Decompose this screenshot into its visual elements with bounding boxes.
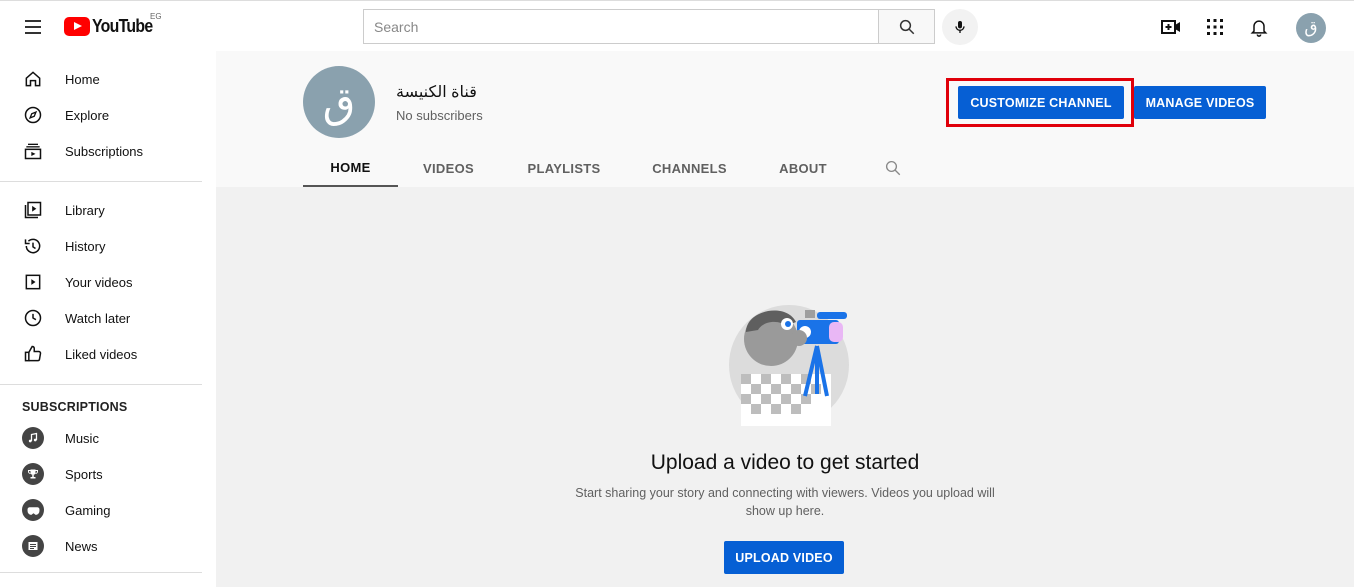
history-icon bbox=[22, 235, 44, 257]
tab-about[interactable]: ABOUT bbox=[762, 149, 844, 187]
sidebar-item-label: Sports bbox=[65, 466, 103, 482]
thumbs-up-icon bbox=[22, 343, 44, 365]
subscriptions-heading: SUBSCRIPTIONS bbox=[22, 400, 128, 414]
search-button[interactable] bbox=[878, 9, 935, 44]
sidebar-item-library[interactable]: Library bbox=[0, 192, 216, 228]
sidebar-item-label: Gaming bbox=[65, 502, 111, 518]
clock-icon bbox=[22, 307, 44, 329]
sidebar-item-label: Music bbox=[65, 430, 99, 446]
upload-video-button[interactable]: UPLOAD VIDEO bbox=[724, 541, 844, 574]
youtube-logo[interactable]: YouTube EG bbox=[64, 12, 162, 37]
music-icon bbox=[22, 427, 44, 449]
library-icon bbox=[22, 199, 44, 221]
sidebar: Home Explore Subscriptions Library Histo… bbox=[0, 51, 216, 587]
sidebar-item-sports[interactable]: Sports bbox=[0, 456, 216, 492]
apps-button[interactable] bbox=[1202, 14, 1228, 40]
sidebar-item-home[interactable]: Home bbox=[0, 61, 216, 97]
manage-videos-button[interactable]: MANAGE VIDEOS bbox=[1134, 86, 1266, 119]
empty-state-subtitle: Start sharing your story and connecting … bbox=[575, 486, 995, 518]
region-code: EG bbox=[150, 12, 162, 21]
channel-name: قناة الكنيسة bbox=[396, 84, 477, 101]
sidebar-item-label: Home bbox=[65, 71, 100, 87]
sidebar-item-music[interactable]: Music bbox=[0, 420, 216, 456]
sidebar-item-subscriptions[interactable]: Subscriptions bbox=[0, 133, 216, 169]
sidebar-item-history[interactable]: History bbox=[0, 228, 216, 264]
sidebar-item-label: Liked videos bbox=[65, 346, 138, 362]
search-icon bbox=[899, 19, 914, 34]
voice-search-button[interactable] bbox=[942, 9, 978, 45]
account-avatar[interactable]: ق bbox=[1296, 13, 1326, 43]
search-input[interactable] bbox=[363, 9, 878, 44]
create-video-button[interactable] bbox=[1158, 14, 1184, 40]
search-icon bbox=[885, 160, 901, 176]
tab-home[interactable]: HOME bbox=[303, 149, 398, 187]
sidebar-item-watch-later[interactable]: Watch later bbox=[0, 300, 216, 336]
sidebar-divider bbox=[0, 384, 202, 385]
apps-grid-icon bbox=[1207, 19, 1223, 35]
channel-avatar[interactable]: ق bbox=[303, 66, 375, 138]
news-icon bbox=[22, 535, 44, 557]
gamepad-icon bbox=[22, 499, 44, 521]
sidebar-divider bbox=[0, 181, 202, 182]
search-bar bbox=[363, 9, 935, 44]
sidebar-divider bbox=[0, 572, 202, 573]
sidebar-item-your-videos[interactable]: Your videos bbox=[0, 264, 216, 300]
tab-channels[interactable]: CHANNELS bbox=[637, 149, 742, 187]
subscriber-count: No subscribers bbox=[396, 108, 483, 123]
channel-header: ق قناة الكنيسة No subscribers CUSTOMIZE … bbox=[216, 51, 1354, 187]
your-videos-icon bbox=[22, 271, 44, 293]
sidebar-item-gaming[interactable]: Gaming bbox=[0, 492, 216, 528]
sidebar-item-label: Library bbox=[65, 202, 105, 218]
notifications-button[interactable] bbox=[1246, 14, 1272, 40]
home-icon bbox=[22, 68, 44, 90]
top-bar: YouTube EG ق bbox=[0, 0, 1354, 51]
video-camera-plus-icon bbox=[1161, 20, 1180, 34]
channel-search-button[interactable] bbox=[876, 149, 910, 187]
videographer-illustration bbox=[729, 305, 849, 426]
sidebar-item-label: Explore bbox=[65, 107, 110, 123]
sidebar-item-label: Watch later bbox=[65, 310, 131, 326]
tab-playlists[interactable]: PLAYLISTS bbox=[512, 149, 616, 187]
hamburger-menu-icon[interactable] bbox=[18, 13, 48, 41]
compass-icon bbox=[22, 104, 44, 126]
sidebar-item-news[interactable]: News bbox=[0, 528, 216, 564]
trophy-icon bbox=[22, 463, 44, 485]
sidebar-item-label: History bbox=[65, 238, 106, 254]
subscriptions-icon bbox=[22, 140, 44, 162]
sidebar-item-label: Subscriptions bbox=[65, 143, 144, 159]
microphone-icon bbox=[955, 21, 965, 33]
logo-text: YouTube bbox=[92, 15, 153, 36]
tab-videos[interactable]: VIDEOS bbox=[406, 149, 491, 187]
sidebar-item-explore[interactable]: Explore bbox=[0, 97, 216, 133]
sidebar-item-label: News bbox=[65, 538, 98, 554]
youtube-play-icon bbox=[64, 16, 90, 36]
channel-content: Upload a video to get started Start shar… bbox=[216, 187, 1354, 587]
sidebar-item-label: Your videos bbox=[65, 274, 133, 290]
sidebar-item-liked-videos[interactable]: Liked videos bbox=[0, 336, 216, 372]
bell-icon bbox=[1250, 20, 1268, 37]
customize-channel-button[interactable]: CUSTOMIZE CHANNEL bbox=[958, 86, 1124, 119]
empty-state-title: Upload a video to get started bbox=[650, 451, 920, 474]
